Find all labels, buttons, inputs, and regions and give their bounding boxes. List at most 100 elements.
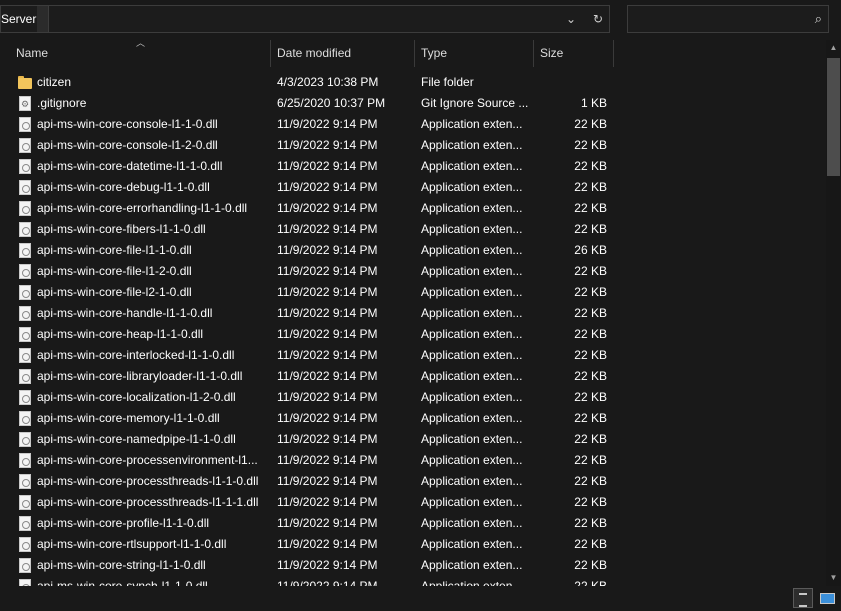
chevron-down-icon[interactable]: ⌄ [557, 6, 585, 32]
list-item[interactable]: api-ms-win-core-processthreads-l1-1-1.dl… [0, 492, 826, 513]
column-type[interactable]: Type [415, 40, 533, 67]
list-item[interactable]: api-ms-win-core-interlocked-l1-1-0.dll 11… [0, 345, 826, 366]
date-modified: 11/9/2022 9:14 PM [277, 264, 378, 278]
date-modified: 11/9/2022 9:14 PM [277, 348, 378, 362]
date-modified: 11/9/2022 9:14 PM [277, 222, 378, 236]
list-item[interactable]: .gitignore 6/25/2020 10:37 PM Git Ignore S… [0, 93, 826, 115]
file-name: api-ms-win-core-datetime-l1-1-0.dll [37, 159, 223, 173]
vertical-scrollbar[interactable]: ▲ ▼ [826, 40, 841, 586]
list-item[interactable]: api-ms-win-core-libraryloader-l1-1-0.dll… [0, 366, 826, 387]
file-size: 22 KB [574, 117, 607, 131]
file-name: api-ms-win-core-file-l1-1-0.dll [37, 243, 192, 257]
folder-icon [18, 75, 32, 90]
large-icons-view-icon[interactable] [817, 588, 837, 608]
file-size: 22 KB [574, 306, 607, 320]
settings-file-icon [19, 94, 31, 115]
list-item[interactable]: api-ms-win-core-errorhandling-l1-1-0.dll… [0, 198, 826, 219]
scroll-down-arrow-icon[interactable]: ▼ [826, 572, 841, 584]
file-type: Application exten... [421, 243, 523, 257]
file-size: 22 KB [574, 285, 607, 299]
list-item[interactable]: api-ms-win-core-processthreads-l1-1-0.dl… [0, 471, 826, 492]
file-type: Application exten... [421, 117, 523, 131]
date-modified: 11/9/2022 9:14 PM [277, 201, 378, 215]
file-type: Application exten... [421, 201, 523, 215]
details-view-icon[interactable] [793, 588, 813, 608]
date-modified: 11/9/2022 9:14 PM [277, 558, 378, 572]
list-item[interactable]: api-ms-win-core-handle-l1-1-0.dll 11/9/20… [0, 303, 826, 324]
list-item[interactable]: api-ms-win-core-debug-l1-1-0.dll 11/9/202… [0, 177, 826, 198]
column-date-modified[interactable]: Date modified [271, 40, 414, 67]
column-size[interactable]: Size [534, 40, 613, 67]
address-bar[interactable]: Server ⌄ ↻ [0, 5, 610, 33]
list-item[interactable]: api-ms-win-core-file-l2-1-0.dll 11/9/2022… [0, 282, 826, 303]
date-modified: 11/9/2022 9:14 PM [277, 453, 378, 467]
dll-file-icon [19, 369, 31, 384]
file-size: 22 KB [574, 222, 607, 236]
list-item[interactable]: api-ms-win-core-console-l1-1-0.dll 11/9/2… [0, 114, 826, 135]
file-size: 22 KB [574, 579, 607, 586]
file-name: api-ms-win-core-processenvironment-l1... [37, 453, 258, 467]
date-modified: 6/25/2020 10:37 PM [277, 96, 386, 110]
scrollbar-thumb[interactable] [827, 58, 840, 176]
date-modified: 4/3/2023 10:38 PM [277, 75, 379, 89]
list-item[interactable]: citizen 4/3/2023 10:38 PM File folder [0, 72, 826, 93]
file-size: 26 KB [574, 243, 607, 257]
date-modified: 11/9/2022 9:14 PM [277, 579, 378, 586]
file-type: Application exten... [421, 495, 523, 509]
file-name: api-ms-win-core-handle-l1-1-0.dll [37, 306, 213, 320]
scroll-up-arrow-icon[interactable]: ▲ [826, 42, 841, 54]
dll-file-icon [19, 117, 31, 132]
dll-file-icon [19, 411, 31, 426]
refresh-icon[interactable]: ↻ [585, 6, 611, 32]
list-item[interactable]: api-ms-win-core-rtlsupport-l1-1-0.dll 11/… [0, 534, 826, 555]
list-item[interactable]: api-ms-win-core-console-l1-2-0.dll 11/9/2… [0, 135, 826, 156]
date-modified: 11/9/2022 9:14 PM [277, 537, 378, 551]
file-size: 22 KB [574, 411, 607, 425]
file-name: api-ms-win-core-string-l1-1-0.dll [37, 558, 206, 572]
dll-file-icon [19, 180, 31, 195]
dll-file-icon [19, 327, 31, 342]
search-icon[interactable]: ⌕ [815, 6, 822, 32]
file-type: Application exten... [421, 180, 523, 194]
list-item[interactable]: api-ms-win-core-localization-l1-2-0.dll 1… [0, 387, 826, 408]
list-item[interactable]: api-ms-win-core-namedpipe-l1-1-0.dll 11/9… [0, 429, 826, 450]
date-modified: 11/9/2022 9:14 PM [277, 306, 378, 320]
file-type: Application exten... [421, 348, 523, 362]
column-divider[interactable] [613, 40, 614, 67]
list-item[interactable]: api-ms-win-core-file-l1-1-0.dll 11/9/2022… [0, 240, 826, 261]
date-modified: 11/9/2022 9:14 PM [277, 243, 378, 257]
file-size: 22 KB [574, 474, 607, 488]
list-item[interactable]: api-ms-win-core-heap-l1-1-0.dll 11/9/2022… [0, 324, 826, 345]
breadcrumb-separator[interactable] [37, 6, 49, 32]
list-item[interactable]: api-ms-win-core-string-l1-1-0.dll 11/9/20… [0, 555, 826, 576]
file-type: Application exten... [421, 432, 523, 446]
file-name: api-ms-win-core-namedpipe-l1-1-0.dll [37, 432, 236, 446]
file-type: Application exten... [421, 390, 523, 404]
file-type: Application exten... [421, 222, 523, 236]
file-size: 22 KB [574, 180, 607, 194]
dll-file-icon [19, 138, 31, 153]
file-size: 22 KB [574, 432, 607, 446]
dll-file-icon [19, 306, 31, 321]
list-item[interactable]: api-ms-win-core-file-l1-2-0.dll 11/9/2022… [0, 261, 826, 282]
dll-file-icon [19, 474, 31, 489]
file-name: api-ms-win-core-file-l1-2-0.dll [37, 264, 192, 278]
date-modified: 11/9/2022 9:14 PM [277, 432, 378, 446]
file-size: 1 KB [580, 96, 607, 110]
file-type: Application exten... [421, 264, 523, 278]
list-item[interactable]: api-ms-win-core-fibers-l1-1-0.dll 11/9/20… [0, 219, 826, 240]
list-item[interactable]: api-ms-win-core-memory-l1-1-0.dll 11/9/20… [0, 408, 826, 429]
list-item[interactable]: api-ms-win-core-profile-l1-1-0.dll 11/9/2… [0, 513, 826, 534]
date-modified: 11/9/2022 9:14 PM [277, 159, 378, 173]
list-item[interactable]: api-ms-win-core-synch-l1-1-0.dll 11/9/202… [0, 576, 826, 586]
file-name: api-ms-win-core-console-l1-2-0.dll [37, 138, 218, 152]
list-item[interactable]: api-ms-win-core-datetime-l1-1-0.dll 11/9/… [0, 156, 826, 177]
list-item[interactable]: api-ms-win-core-processenvironment-l1...… [0, 450, 826, 471]
search-input[interactable]: ⌕ [627, 5, 829, 33]
file-name: api-ms-win-core-synch-l1-1-0.dll [37, 579, 208, 586]
dll-file-icon [19, 495, 31, 510]
file-name: api-ms-win-core-errorhandling-l1-1-0.dll [37, 201, 248, 215]
file-size: 22 KB [574, 327, 607, 341]
dll-file-icon [19, 558, 31, 573]
file-name: .gitignore [37, 96, 87, 110]
